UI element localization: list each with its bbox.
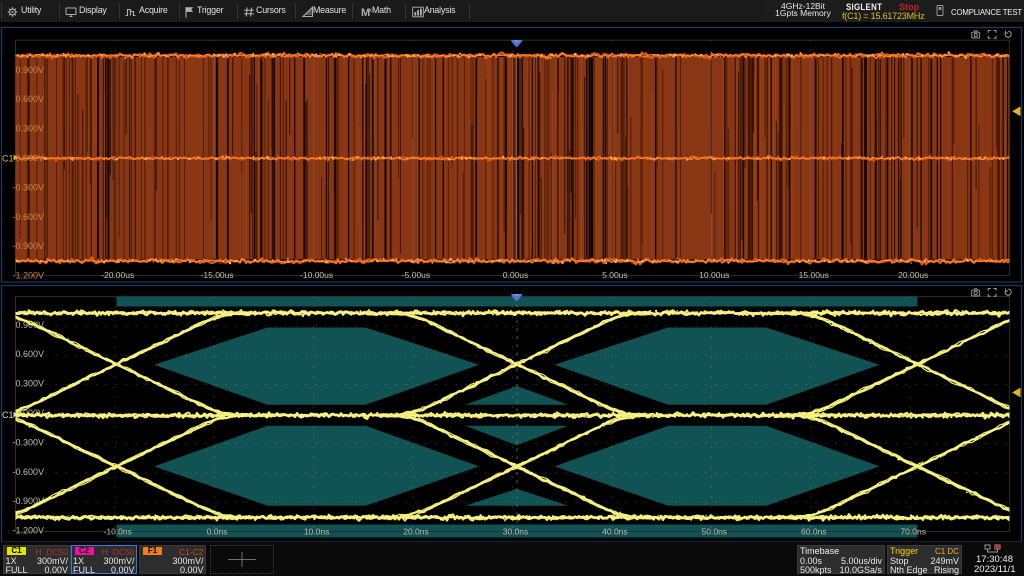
svg-text:0.300V: 0.300V	[15, 379, 44, 389]
svg-text:50.0ns: 50.0ns	[702, 527, 728, 537]
svg-text:0.0ns: 0.0ns	[207, 527, 228, 537]
svg-text:-1.200V: -1.200V	[12, 526, 44, 536]
svg-text:0.600V: 0.600V	[15, 349, 44, 359]
svg-text:60.0ns: 60.0ns	[801, 527, 827, 537]
svg-text:-10.0ns: -10.0ns	[104, 527, 132, 537]
svg-text:-0.300V: -0.300V	[12, 437, 44, 447]
svg-text:-0.600V: -0.600V	[12, 467, 44, 477]
svg-text:C1: C1	[2, 410, 14, 420]
svg-text:20.0ns: 20.0ns	[403, 527, 429, 537]
svg-text:30.0ns: 30.0ns	[503, 527, 529, 537]
svg-text:70.0ns: 70.0ns	[900, 527, 926, 537]
svg-text:10.0ns: 10.0ns	[304, 527, 330, 537]
svg-text:40.0ns: 40.0ns	[602, 527, 628, 537]
